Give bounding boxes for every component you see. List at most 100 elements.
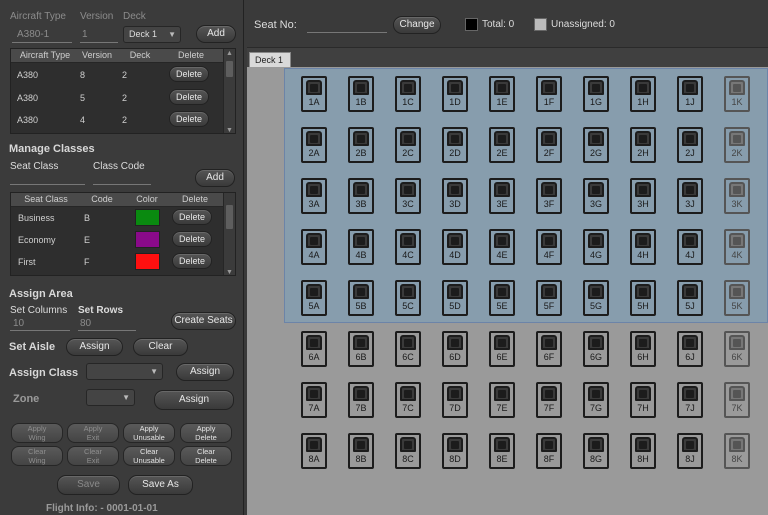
seat-8A[interactable]: 8A bbox=[301, 433, 327, 469]
seat-7G[interactable]: 7G bbox=[583, 382, 609, 418]
table-row[interactable]: A380 4 2 Delete bbox=[11, 109, 225, 131]
seat-3G[interactable]: 3G bbox=[583, 178, 609, 214]
seat-6J[interactable]: 6J bbox=[677, 331, 703, 367]
seat-5E[interactable]: 5E bbox=[489, 280, 515, 316]
seat-8F[interactable]: 8F bbox=[536, 433, 562, 469]
delete-button[interactable]: Delete bbox=[172, 209, 212, 225]
seat-2H[interactable]: 2H bbox=[630, 127, 656, 163]
create-seats-button[interactable]: Create Seats bbox=[171, 312, 236, 330]
seat-1F[interactable]: 1F bbox=[536, 76, 562, 112]
seat-1J[interactable]: 1J bbox=[677, 76, 703, 112]
seat-5A[interactable]: 5A bbox=[301, 280, 327, 316]
seat-4F[interactable]: 4F bbox=[536, 229, 562, 265]
aircraft-type-input[interactable]: A380-1 bbox=[17, 29, 49, 40]
assign-class-select[interactable]: ▼ bbox=[86, 363, 163, 380]
seat-2D[interactable]: 2D bbox=[442, 127, 468, 163]
seat-8K[interactable]: 8K bbox=[724, 433, 750, 469]
deck-select[interactable]: Deck 1 ▼ bbox=[123, 26, 181, 43]
seat-3C[interactable]: 3C bbox=[395, 178, 421, 214]
seat-5F[interactable]: 5F bbox=[536, 280, 562, 316]
seat-3F[interactable]: 3F bbox=[536, 178, 562, 214]
save-as-button[interactable]: Save As bbox=[128, 475, 193, 495]
seat-5G[interactable]: 5G bbox=[583, 280, 609, 316]
seat-7C[interactable]: 7C bbox=[395, 382, 421, 418]
seat-3H[interactable]: 3H bbox=[630, 178, 656, 214]
classes-table-scrollbar[interactable]: ▼ bbox=[223, 193, 235, 275]
seat-3A[interactable]: 3A bbox=[301, 178, 327, 214]
seat-no-input[interactable] bbox=[307, 32, 387, 33]
apply-delete-button[interactable]: Apply Delete bbox=[180, 423, 232, 443]
seat-2A[interactable]: 2A bbox=[301, 127, 327, 163]
aircraft-table-scrollbar[interactable]: ▲ ▼ bbox=[223, 49, 235, 133]
seat-3J[interactable]: 3J bbox=[677, 178, 703, 214]
seat-6A[interactable]: 6A bbox=[301, 331, 327, 367]
clear-wing-button[interactable]: Clear Wing bbox=[11, 446, 63, 466]
seat-6B[interactable]: 6B bbox=[348, 331, 374, 367]
seat-1B[interactable]: 1B bbox=[348, 76, 374, 112]
seat-class-input[interactable] bbox=[10, 184, 85, 185]
set-rows-input[interactable]: 80 bbox=[80, 318, 91, 329]
delete-button[interactable]: Delete bbox=[172, 231, 212, 247]
seat-6H[interactable]: 6H bbox=[630, 331, 656, 367]
seat-7F[interactable]: 7F bbox=[536, 382, 562, 418]
seat-4E[interactable]: 4E bbox=[489, 229, 515, 265]
seat-7H[interactable]: 7H bbox=[630, 382, 656, 418]
seat-2F[interactable]: 2F bbox=[536, 127, 562, 163]
seat-1D[interactable]: 1D bbox=[442, 76, 468, 112]
save-button[interactable]: Save bbox=[57, 475, 120, 495]
tab-deck-1[interactable]: Deck 1 bbox=[249, 52, 291, 67]
clear-delete-button[interactable]: Clear Delete bbox=[180, 446, 232, 466]
seat-7D[interactable]: 7D bbox=[442, 382, 468, 418]
scroll-down-icon[interactable]: ▼ bbox=[224, 127, 235, 133]
zone-select[interactable]: ▼ bbox=[86, 389, 135, 406]
set-columns-input[interactable]: 10 bbox=[13, 318, 24, 329]
seat-4C[interactable]: 4C bbox=[395, 229, 421, 265]
seat-4A[interactable]: 4A bbox=[301, 229, 327, 265]
seat-6D[interactable]: 6D bbox=[442, 331, 468, 367]
seat-8B[interactable]: 8B bbox=[348, 433, 374, 469]
seat-2G[interactable]: 2G bbox=[583, 127, 609, 163]
seat-7B[interactable]: 7B bbox=[348, 382, 374, 418]
delete-button[interactable]: Delete bbox=[169, 66, 209, 82]
clear-exit-button[interactable]: Clear Exit bbox=[67, 446, 119, 466]
scroll-up-icon[interactable]: ▲ bbox=[224, 50, 235, 57]
table-row[interactable]: First F Delete bbox=[11, 251, 225, 273]
seat-5B[interactable]: 5B bbox=[348, 280, 374, 316]
class-code-input[interactable] bbox=[93, 184, 151, 185]
seat-1C[interactable]: 1C bbox=[395, 76, 421, 112]
seat-4B[interactable]: 4B bbox=[348, 229, 374, 265]
seat-4K[interactable]: 4K bbox=[724, 229, 750, 265]
delete-button[interactable]: Delete bbox=[169, 111, 209, 127]
seat-1A[interactable]: 1A bbox=[301, 76, 327, 112]
delete-button[interactable]: Delete bbox=[172, 253, 212, 269]
seat-4J[interactable]: 4J bbox=[677, 229, 703, 265]
seat-6G[interactable]: 6G bbox=[583, 331, 609, 367]
seat-8D[interactable]: 8D bbox=[442, 433, 468, 469]
seat-2E[interactable]: 2E bbox=[489, 127, 515, 163]
seat-1H[interactable]: 1H bbox=[630, 76, 656, 112]
seat-4G[interactable]: 4G bbox=[583, 229, 609, 265]
seat-7K[interactable]: 7K bbox=[724, 382, 750, 418]
apply-exit-button[interactable]: Apply Exit bbox=[67, 423, 119, 443]
seat-8C[interactable]: 8C bbox=[395, 433, 421, 469]
seat-7E[interactable]: 7E bbox=[489, 382, 515, 418]
apply-wing-button[interactable]: Apply Wing bbox=[11, 423, 63, 443]
table-row[interactable]: Economy E Delete bbox=[11, 229, 225, 251]
version-input[interactable]: 1 bbox=[82, 29, 88, 40]
seat-1G[interactable]: 1G bbox=[583, 76, 609, 112]
scroll-down-icon[interactable]: ▼ bbox=[224, 269, 235, 275]
table-row[interactable]: Business B Delete bbox=[11, 207, 225, 229]
table-row[interactable]: A380 8 2 Delete bbox=[11, 64, 225, 86]
apply-unusable-button[interactable]: Apply Unusable bbox=[123, 423, 175, 443]
clear-aisle-button[interactable]: Clear bbox=[133, 338, 188, 356]
change-button[interactable]: Change bbox=[393, 16, 441, 34]
scroll-thumb[interactable] bbox=[226, 205, 233, 229]
seat-5C[interactable]: 5C bbox=[395, 280, 421, 316]
assign-aisle-button[interactable]: Assign bbox=[66, 338, 123, 356]
seat-5D[interactable]: 5D bbox=[442, 280, 468, 316]
seat-2K[interactable]: 2K bbox=[724, 127, 750, 163]
seat-2C[interactable]: 2C bbox=[395, 127, 421, 163]
seat-8J[interactable]: 8J bbox=[677, 433, 703, 469]
seat-8E[interactable]: 8E bbox=[489, 433, 515, 469]
table-row[interactable]: A380 5 2 Delete bbox=[11, 87, 225, 109]
